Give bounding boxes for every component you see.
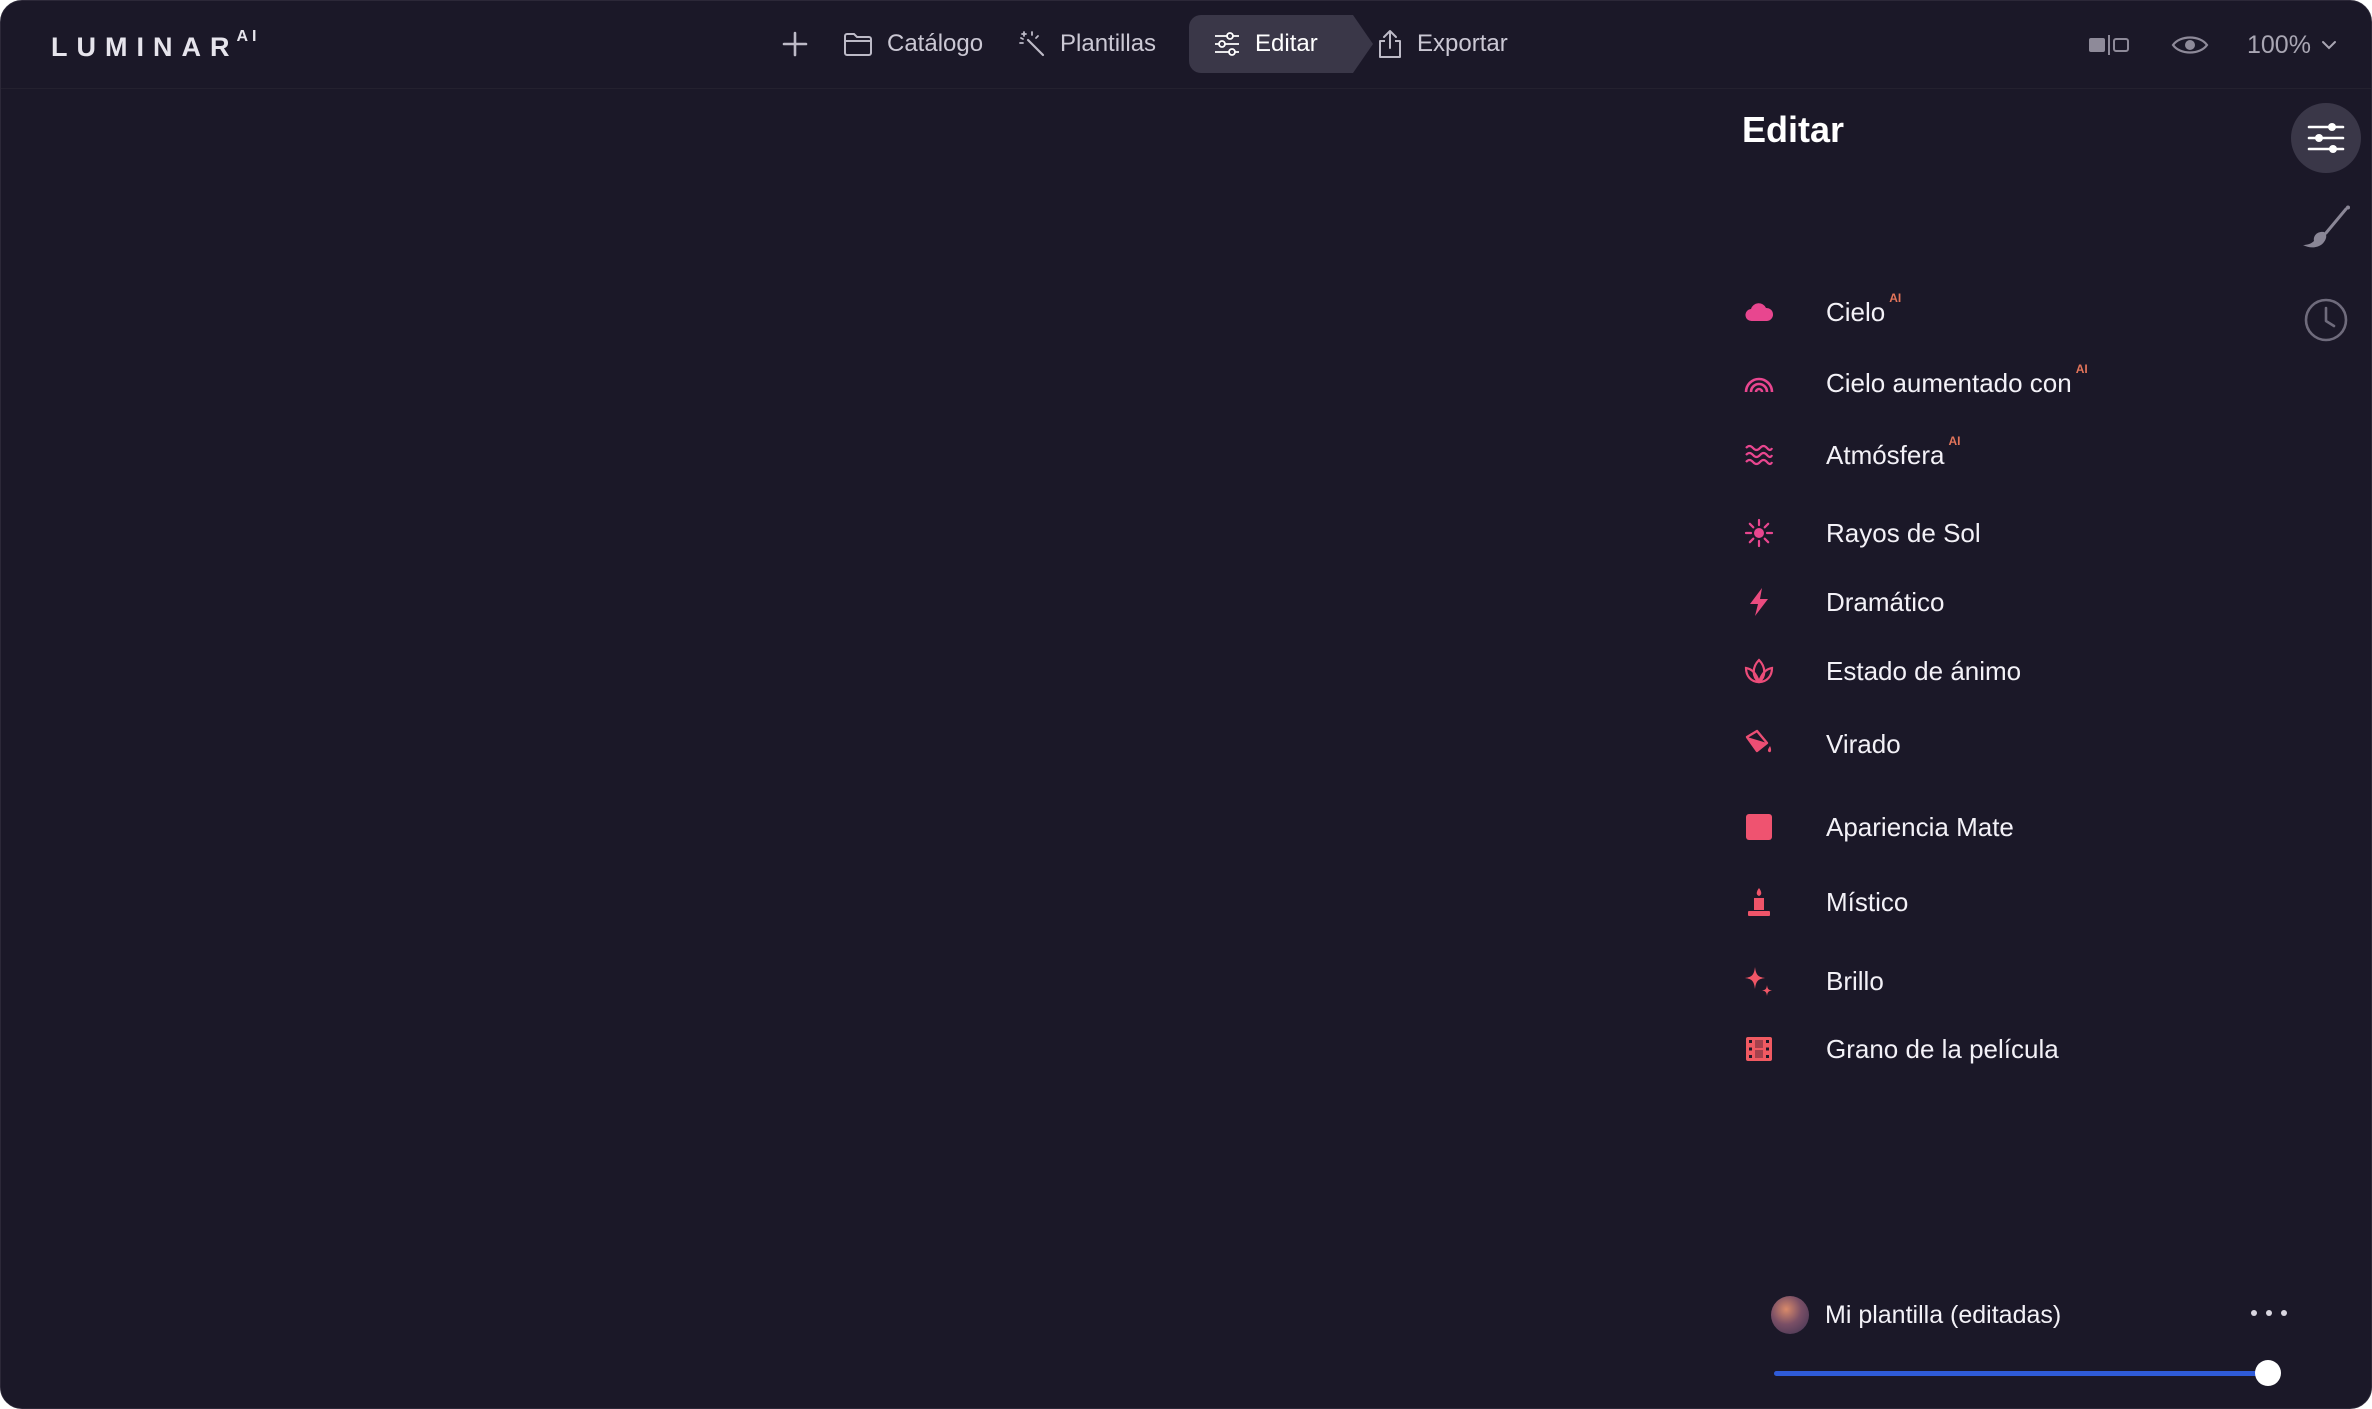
logo-superscript: AI bbox=[236, 28, 261, 45]
ai-badge: AI bbox=[1889, 290, 1902, 305]
tool-brillo[interactable]: Brillo bbox=[1742, 956, 2162, 1006]
rainbow-icon bbox=[1742, 366, 1776, 400]
square-icon bbox=[1742, 810, 1776, 844]
panel-title: Editar bbox=[1742, 109, 1845, 150]
ai-badge: AI bbox=[1948, 433, 1961, 448]
compare-icon bbox=[2089, 35, 2129, 55]
tool-virado[interactable]: Virado bbox=[1742, 719, 2162, 769]
nav-edit-arrow bbox=[1353, 15, 1373, 73]
add-photos-button[interactable] bbox=[781, 15, 809, 73]
template-row[interactable]: Mi plantilla (editadas) bbox=[1771, 1293, 2291, 1337]
plus-icon bbox=[782, 31, 808, 57]
tool-label: Estado de ánimo bbox=[1826, 655, 2022, 686]
magic-wand-icon bbox=[1019, 31, 1045, 57]
photo-canvas[interactable] bbox=[1, 90, 1721, 1408]
app-logo: LUMINAR AI bbox=[51, 27, 256, 67]
preview-button[interactable] bbox=[2171, 21, 2209, 69]
nav-templates-label: Plantillas bbox=[1060, 30, 1157, 57]
nav-templates[interactable]: Plantillas bbox=[1018, 15, 1156, 73]
tool-label: Grano de la película bbox=[1826, 1033, 2059, 1064]
sliders-icon bbox=[1215, 32, 1239, 56]
sparkle-icon bbox=[1742, 964, 1776, 998]
tool-cielo-aumentado[interactable]: Cielo aumentado con AI bbox=[1742, 358, 2162, 408]
tool-estado-de-animo[interactable]: Estado de ánimo bbox=[1742, 646, 2162, 696]
eye-icon bbox=[2171, 36, 2209, 54]
chevron-down-icon bbox=[2321, 41, 2336, 50]
nav-catalog[interactable]: Catálogo bbox=[843, 15, 983, 73]
tool-cielo[interactable]: Cielo AI bbox=[1742, 287, 2162, 337]
tool-mistico[interactable]: Místico bbox=[1742, 877, 2162, 927]
tool-apariencia-mate[interactable]: Apariencia Mate bbox=[1742, 802, 2162, 852]
folder-icon bbox=[844, 33, 872, 56]
sun-icon bbox=[1742, 516, 1776, 550]
adjust-tools-button[interactable] bbox=[2291, 103, 2361, 173]
nav-catalog-label: Catálogo bbox=[887, 30, 984, 57]
tool-label: Atmósfera AI bbox=[1826, 433, 1961, 470]
waves-icon bbox=[1742, 438, 1776, 472]
tool-grano-de-la-pelicula[interactable]: Grano de la película bbox=[1742, 1024, 2162, 1074]
brush-icon bbox=[2303, 205, 2350, 248]
nav-export-label: Exportar bbox=[1417, 30, 1508, 57]
film-icon bbox=[1742, 1032, 1776, 1066]
tool-label: Brillo bbox=[1826, 965, 1884, 996]
tool-label: Rayos de Sol bbox=[1826, 517, 1981, 548]
lightning-icon bbox=[1742, 585, 1776, 619]
nav-export[interactable]: Exportar bbox=[1377, 15, 1508, 73]
logo-text: LUMINAR bbox=[51, 32, 239, 62]
lotus-icon bbox=[1742, 654, 1776, 688]
top-bar: LUMINAR AI Catálogo Plantillas Editar Ex… bbox=[1, 1, 2371, 89]
history-button[interactable] bbox=[2291, 285, 2361, 355]
template-thumbnail bbox=[1771, 1296, 1809, 1334]
tool-label: Virado bbox=[1826, 728, 1901, 759]
sliders-icon bbox=[2307, 123, 2345, 153]
slider-fill bbox=[1774, 1371, 2268, 1376]
paint-bucket-icon bbox=[1742, 727, 1776, 761]
zoom-value: 100% bbox=[2247, 30, 2311, 59]
template-amount-slider[interactable] bbox=[1774, 1359, 2281, 1387]
luminar-window: LUMINAR AI Catálogo Plantillas Editar Ex… bbox=[0, 0, 2372, 1409]
more-dots-icon bbox=[2251, 1310, 2257, 1316]
slider-handle[interactable] bbox=[2255, 1360, 2281, 1386]
template-name: Mi plantilla (editadas) bbox=[1825, 1300, 2062, 1329]
zoom-dropdown[interactable]: 100% bbox=[2247, 21, 2337, 69]
tool-label: Cielo AI bbox=[1826, 290, 1902, 327]
ai-badge: AI bbox=[2075, 361, 2088, 376]
tool-label: Apariencia Mate bbox=[1826, 811, 2014, 842]
tool-label: Cielo aumentado con AI bbox=[1826, 361, 2088, 398]
clock-icon bbox=[2304, 298, 2348, 342]
nav-edit-label: Editar bbox=[1255, 30, 1318, 57]
share-icon bbox=[1379, 30, 1401, 58]
cloud-icon bbox=[1742, 295, 1776, 329]
tool-atmosfera[interactable]: Atmósfera AI bbox=[1742, 430, 2162, 480]
compare-button[interactable] bbox=[2087, 21, 2131, 69]
brush-tools-button[interactable] bbox=[2291, 193, 2361, 263]
tool-label: Dramático bbox=[1826, 586, 1945, 617]
candle-icon bbox=[1742, 885, 1776, 919]
tool-label: Místico bbox=[1826, 886, 1909, 917]
nav-edit[interactable]: Editar bbox=[1189, 15, 1373, 73]
template-more-button[interactable] bbox=[2251, 1301, 2287, 1325]
tool-dramatico[interactable]: Dramático bbox=[1742, 577, 2162, 627]
tool-rayos-de-sol[interactable]: Rayos de Sol bbox=[1742, 508, 2162, 558]
